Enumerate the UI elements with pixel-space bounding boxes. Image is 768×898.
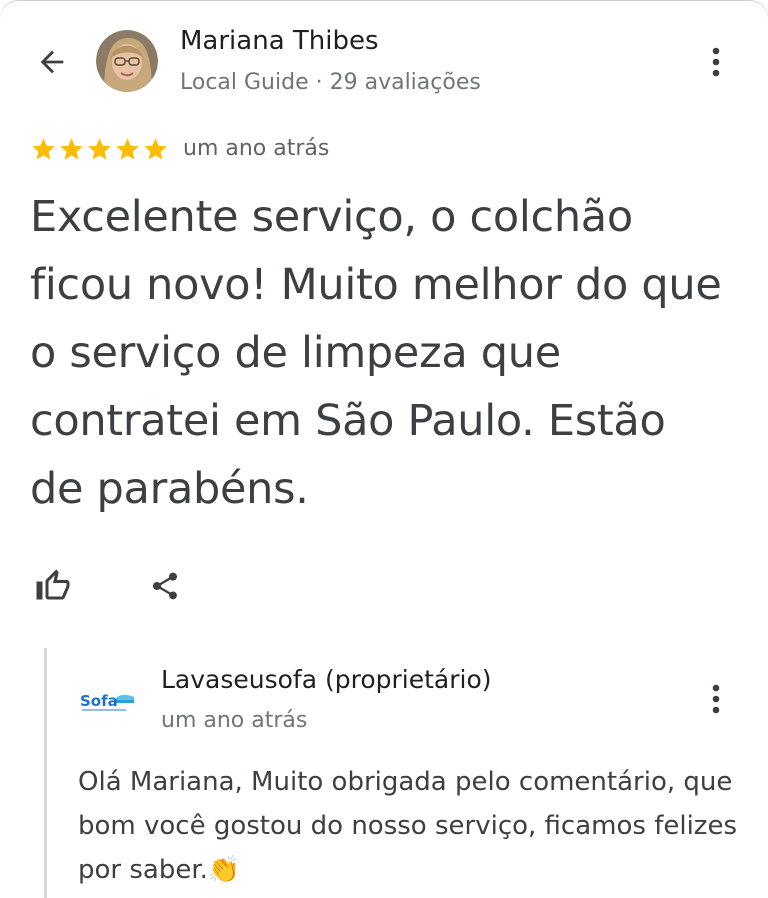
- sofa-logo-icon: Sofa: [80, 692, 134, 711]
- like-button[interactable]: [30, 563, 76, 609]
- share-icon: [153, 572, 177, 600]
- star-icon: [86, 136, 113, 163]
- review-detail-screen: Mariana Thibes Local Guide · 29 avaliaçõ…: [0, 0, 768, 898]
- review-time: um ano atrás: [183, 136, 330, 161]
- author-meta: Local Guide · 29 avaliações: [180, 70, 481, 95]
- review-text: Excelente serviço, o colchão ficou novo!…: [30, 192, 722, 514]
- thumb-up-icon: [36, 569, 70, 600]
- author-name[interactable]: Mariana Thibes: [180, 26, 379, 56]
- owner-logo: Sofa: [78, 680, 140, 716]
- review-menu-button[interactable]: [701, 40, 731, 84]
- owner-reply-menu-button[interactable]: [701, 677, 731, 721]
- owner-name: Lavaseusofa (proprietário): [161, 665, 492, 694]
- arrow-back-icon: [40, 50, 64, 74]
- star-rating: [30, 136, 169, 163]
- share-button[interactable]: [142, 563, 188, 609]
- avatar-photo: [96, 30, 158, 92]
- avatar[interactable]: [96, 30, 158, 92]
- star-icon: [30, 136, 57, 163]
- more-vert-icon: [712, 684, 720, 714]
- star-icon: [58, 136, 85, 163]
- owner-reply-time: um ano atrás: [161, 708, 308, 733]
- sofa-logo-text: Sofa: [80, 692, 118, 710]
- back-button[interactable]: [30, 40, 74, 84]
- star-icon: [142, 136, 169, 163]
- star-icon: [114, 136, 141, 163]
- more-vert-icon: [712, 47, 720, 77]
- reply-indent-bar: [44, 648, 47, 898]
- owner-reply-text: Olá Mariana, Muito obrigada pelo comentá…: [78, 767, 737, 885]
